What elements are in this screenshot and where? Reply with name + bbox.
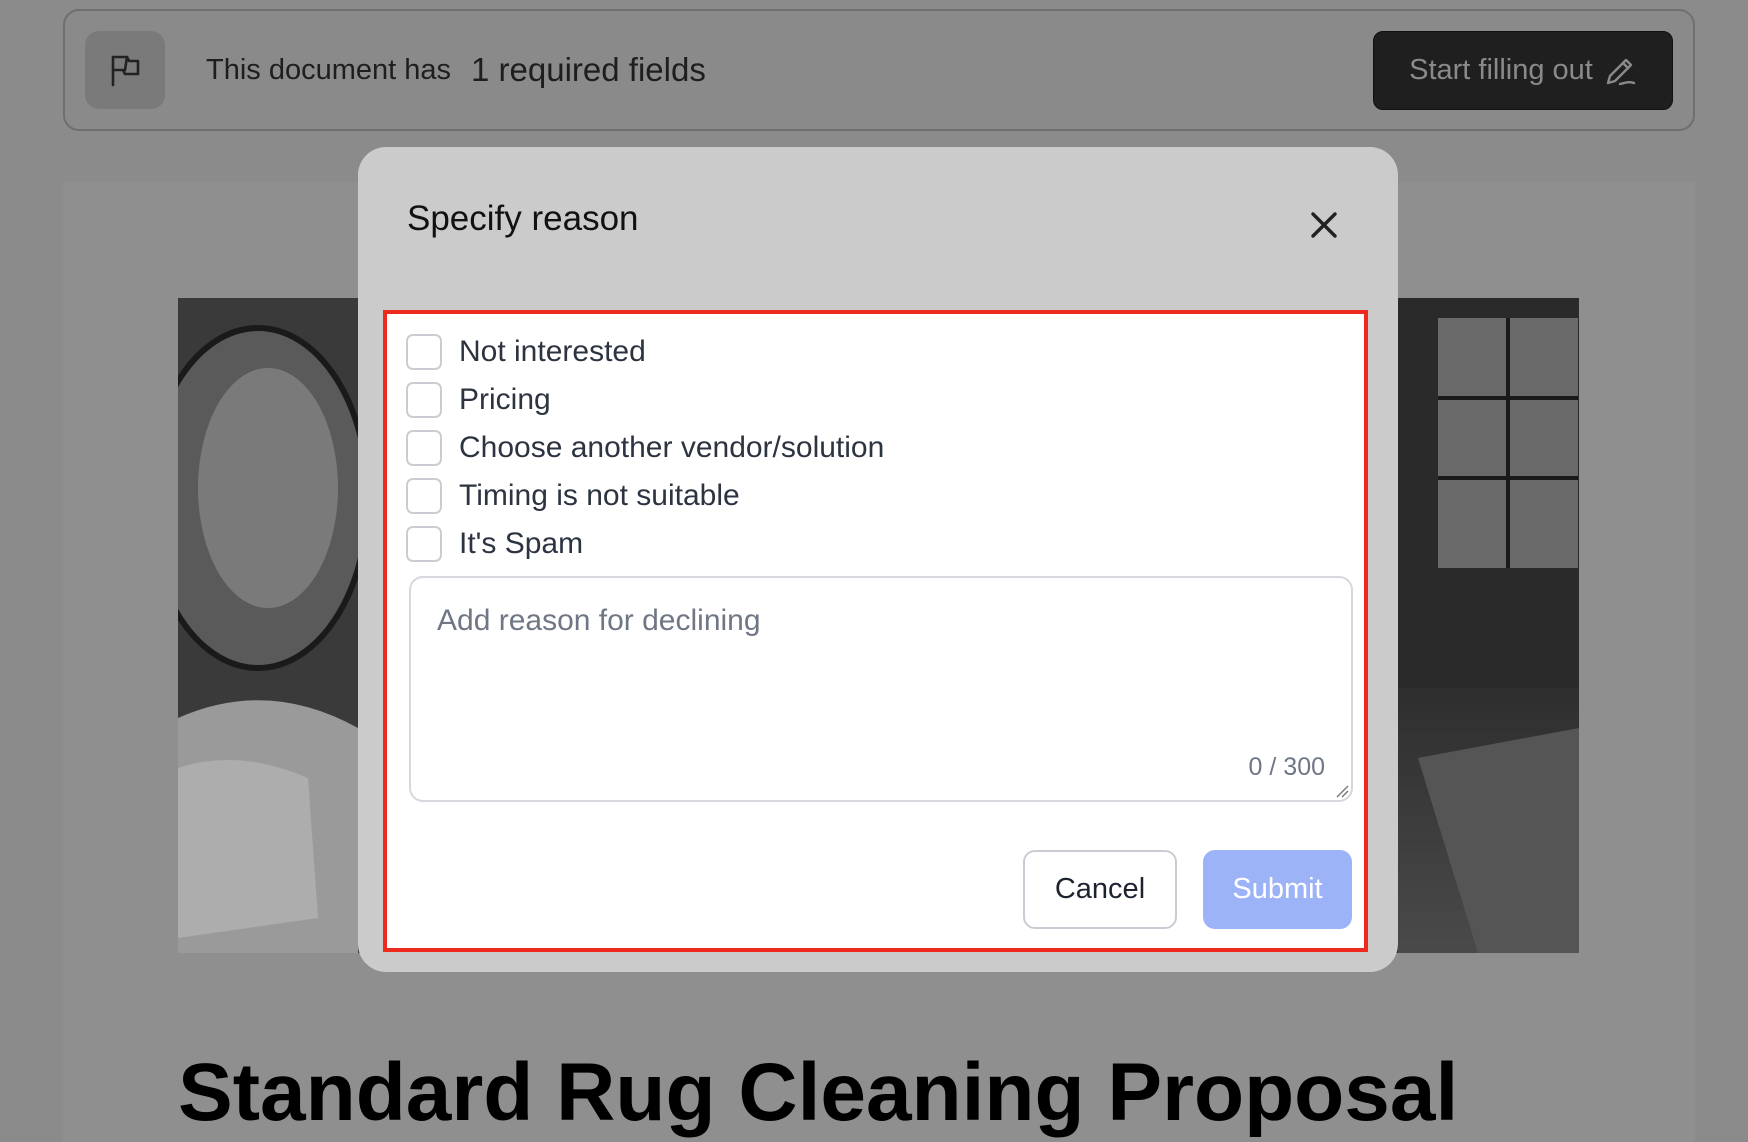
required-notice-text: This document has [206, 53, 452, 86]
cancel-button[interactable]: Cancel [1023, 850, 1177, 929]
character-counter: 0 / 300 [1248, 753, 1325, 781]
flag-icon [85, 31, 165, 109]
reason-option[interactable]: Not interested [406, 328, 884, 376]
reason-checkbox[interactable] [406, 382, 442, 418]
reason-label: Timing is not suitable [459, 479, 740, 512]
reason-checkbox[interactable] [406, 334, 442, 370]
reason-label: Choose another vendor/solution [459, 431, 885, 464]
reason-option[interactable]: Pricing [406, 376, 884, 424]
reason-label: Pricing [459, 383, 551, 416]
reason-label: It's Spam [459, 527, 584, 560]
reason-panel: Not interested Pricing Choose another ve… [383, 310, 1368, 952]
document-title: Standard Rug Cleaning Proposal [178, 1047, 1459, 1138]
reason-list: Not interested Pricing Choose another ve… [406, 328, 884, 568]
reason-checkbox[interactable] [406, 526, 442, 562]
start-button-label: Start filling out [1409, 54, 1593, 86]
reason-label: Not interested [459, 335, 646, 368]
decline-reason-textarea[interactable]: Add reason for declining 0 / 300 [409, 576, 1353, 802]
reason-option[interactable]: Timing is not suitable [406, 472, 884, 520]
required-count: 1 required fields [471, 51, 706, 88]
required-fields-banner: This document has 1 required fields Star… [63, 9, 1695, 131]
reason-option[interactable]: It's Spam [406, 520, 884, 568]
specify-reason-dialog: Specify reason Not interested Pricing Ch… [358, 147, 1398, 972]
textarea-placeholder: Add reason for declining [437, 604, 761, 637]
pen-icon [1606, 58, 1636, 85]
start-filling-out-button[interactable]: Start filling out [1373, 31, 1673, 110]
resize-handle-icon[interactable] [1333, 782, 1349, 798]
reason-checkbox[interactable] [406, 478, 442, 514]
close-icon[interactable] [1306, 207, 1342, 243]
reason-option[interactable]: Choose another vendor/solution [406, 424, 884, 472]
reason-checkbox[interactable] [406, 430, 442, 466]
dialog-title: Specify reason [407, 199, 639, 238]
submit-button[interactable]: Submit [1203, 850, 1352, 929]
